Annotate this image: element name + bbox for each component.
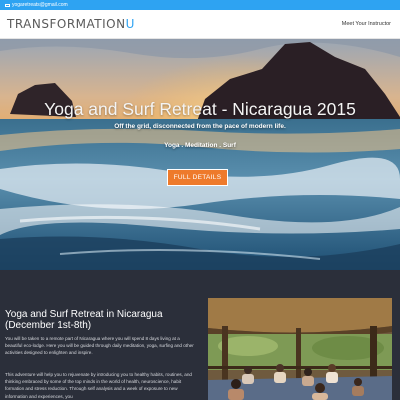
hero-subtitle: Off the grid, disconnected from the pace…: [114, 123, 286, 130]
section-title: Yoga and Surf Retreat in Nicaragua (Dece…: [5, 309, 163, 331]
yoga-class-photo: [208, 298, 392, 400]
full-details-button[interactable]: FULL DETAILS: [167, 169, 228, 186]
top-info-bar: yogaretreats@gmail.com: [0, 0, 400, 10]
logo-main-text: TRANSFORMATION: [7, 17, 126, 31]
contact-email-text[interactable]: yogaretreats@gmail.com: [12, 0, 68, 10]
retreat-info-section: Yoga and Surf Retreat in Nicaragua (Dece…: [0, 270, 400, 400]
hero-banner: Yoga and Surf Retreat - Nicaragua 2015 O…: [0, 39, 400, 270]
site-logo[interactable]: TRANSFORMATIONU: [7, 17, 135, 31]
contact-email[interactable]: yogaretreats@gmail.com: [5, 0, 68, 10]
envelope-icon: [5, 3, 10, 7]
hero-title: Yoga and Surf Retreat - Nicaragua 2015: [44, 99, 356, 119]
hero-background-image: [0, 39, 400, 270]
section-paragraph-2: This adventure will help you to rejuvena…: [5, 372, 192, 399]
section-paragraph-1: You will be taken to a remote part of Ni…: [5, 336, 194, 356]
hero-tagline: Yoga . Meditation . Surf: [164, 142, 236, 149]
site-header: TRANSFORMATIONU Meet Your Instructor: [0, 10, 400, 39]
logo-accent-text: U: [125, 17, 135, 31]
nav-meet-instructor[interactable]: Meet Your Instructor: [342, 21, 391, 27]
